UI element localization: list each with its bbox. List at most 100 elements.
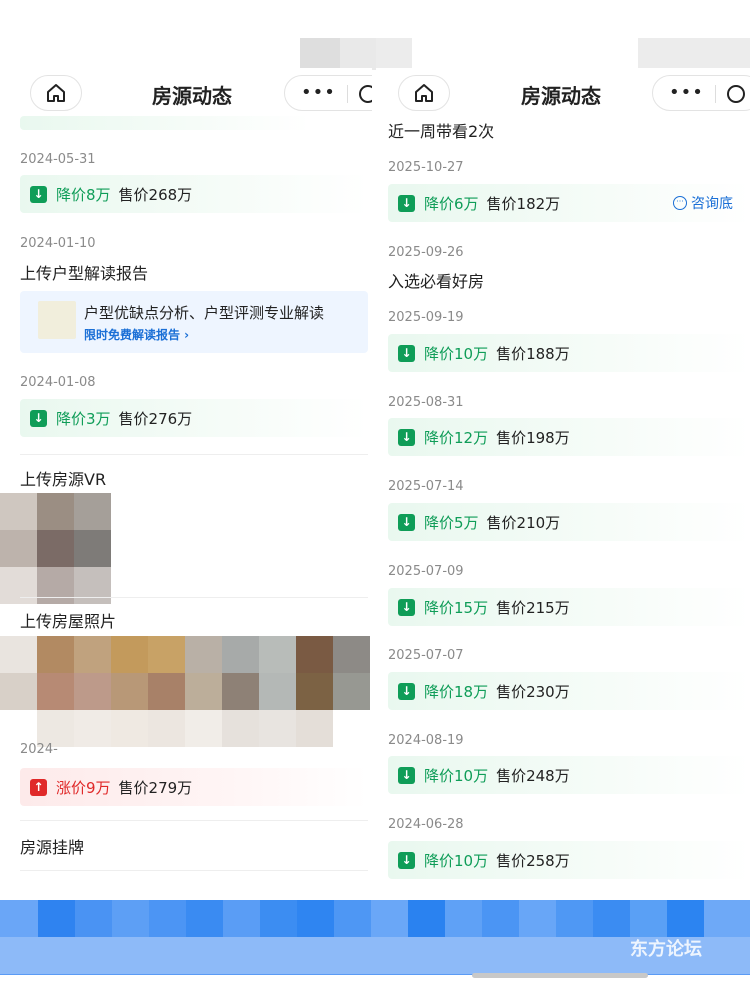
down-arrow-icon: ↓: [398, 598, 415, 616]
blurred-tile: [297, 900, 334, 937]
home-indicator: [472, 973, 648, 978]
home-icon: [415, 84, 433, 102]
blurred-tile: [0, 673, 37, 710]
blurred-block: [300, 38, 340, 70]
more-dots-icon[interactable]: •••: [301, 82, 336, 103]
blurred-tile: [0, 567, 37, 604]
divider: [20, 454, 368, 455]
report-thumbnail: [38, 301, 76, 339]
blurred-tile: [556, 900, 593, 937]
report-link[interactable]: 限时免费解读报告 ›: [84, 326, 189, 343]
blurred-tile: [74, 636, 111, 673]
price-change: 降价10万: [424, 344, 489, 363]
down-arrow-icon: ↓: [398, 682, 415, 700]
close-circle-icon[interactable]: [359, 85, 372, 103]
blurred-tile: [296, 636, 333, 673]
floorplan-report-card[interactable]: 户型优缺点分析、户型评测专业解读 限时免费解读报告 ›: [20, 291, 368, 353]
left-screenshot-panel: 房源动态 ••• 2024-05-31 ↓ 降价8万 售价268万 2024-0…: [0, 68, 372, 900]
blurred-tile: [74, 673, 111, 710]
blurred-tile: [74, 493, 111, 530]
page-title: 房源动态: [152, 84, 232, 108]
blurred-tile: [37, 673, 74, 710]
blurred-tile: [185, 636, 222, 673]
sale-price: 售价198万: [496, 428, 570, 447]
price-change-card: ↓ 降价8万 售价268万: [20, 175, 368, 213]
sale-price: 售价268万: [118, 185, 193, 204]
chat-bubble-icon: ···: [673, 196, 687, 210]
price-change-card: ↓ 降价10万 售价248万: [388, 756, 750, 794]
record-date: 2025-08-31: [388, 395, 464, 410]
blurred-tile: [37, 530, 74, 567]
blurred-tile: [74, 710, 111, 747]
more-dots-icon[interactable]: •••: [669, 82, 704, 103]
price-change: 降价5万: [424, 513, 479, 532]
blurred-tile: [408, 900, 445, 937]
sale-price: 售价210万: [486, 513, 561, 532]
blurred-tile: [149, 900, 186, 937]
up-arrow-icon: ↑: [30, 778, 47, 796]
blurred-tile: [259, 636, 296, 673]
price-change: 降价15万: [424, 598, 489, 617]
down-arrow-icon: ↓: [398, 194, 415, 212]
home-button[interactable]: [398, 75, 450, 111]
consult-button[interactable]: ··· 咨询底: [673, 193, 733, 213]
record-event: 上传户型解读报告: [20, 264, 149, 283]
blurred-tile: [259, 673, 296, 710]
sale-price: 售价276万: [118, 409, 193, 428]
sale-price: 售价230万: [496, 682, 570, 701]
record-event: 入选必看好房: [388, 272, 485, 291]
capsule-menu[interactable]: •••: [652, 75, 750, 111]
blurred-tile: [0, 493, 37, 530]
blurred-tile: [38, 900, 75, 937]
blurred-tile: [222, 710, 259, 747]
status-bar-blurred: [0, 0, 750, 75]
record-event: 房源挂牌: [20, 838, 85, 857]
blurred-tile: [259, 710, 296, 747]
record-event: 上传房源VR: [20, 470, 107, 489]
price-change: 涨价9万: [56, 778, 111, 797]
record-date: 2025-09-19: [388, 310, 464, 325]
record-date: 2024-05-31: [20, 152, 96, 167]
report-description: 户型优缺点分析、户型评测专业解读: [84, 304, 325, 322]
blurred-block: [340, 38, 376, 70]
blurred-tile: [0, 530, 37, 567]
blurred-tile: [222, 673, 259, 710]
close-circle-icon[interactable]: [727, 85, 745, 103]
blurred-tile: [222, 636, 259, 673]
sale-price: 售价258万: [496, 851, 570, 870]
record-date: 2024-06-28: [388, 817, 464, 832]
card-remnant: [20, 116, 310, 130]
price-change: 降价10万: [424, 766, 489, 785]
blurred-tile: [260, 900, 297, 937]
capsule-menu[interactable]: •••: [284, 75, 372, 111]
blurred-tile: [37, 493, 74, 530]
blurred-tile: [185, 673, 222, 710]
price-change-card: ↓ 降价5万 售价210万: [388, 503, 750, 541]
blurred-tile: [75, 900, 112, 937]
price-change: 降价10万: [424, 851, 489, 870]
price-change-card: ↓ 降价3万 售价276万: [20, 399, 368, 437]
price-change-card: ↓ 降价12万 售价198万: [388, 418, 750, 456]
blurred-tile: [74, 567, 111, 604]
down-arrow-icon: ↓: [398, 513, 415, 531]
record-date: 2024-01-08: [20, 375, 96, 390]
down-arrow-icon: ↓: [398, 766, 415, 784]
blurred-tile: [111, 636, 148, 673]
price-change: 降价6万: [424, 194, 479, 213]
home-button[interactable]: [30, 75, 82, 111]
forum-watermark: 东方论坛: [630, 939, 702, 960]
blurred-tile: [371, 900, 408, 937]
page-title: 房源动态: [521, 84, 601, 108]
blurred-tile: [667, 900, 704, 937]
blurred-tile: [111, 673, 148, 710]
sale-price: 售价215万: [496, 598, 570, 617]
price-change: 降价3万: [56, 409, 111, 428]
capsule-divider: [347, 85, 348, 103]
price-change: 降价18万: [424, 682, 489, 701]
down-arrow-icon: ↓: [398, 851, 415, 869]
blurred-tile: [519, 900, 556, 937]
price-change-card: ↑ 涨价9万 售价279万: [20, 768, 368, 806]
blurred-tile: [74, 530, 111, 567]
record-date: 2024-01-10: [20, 236, 96, 251]
blurred-tile: [482, 900, 519, 937]
